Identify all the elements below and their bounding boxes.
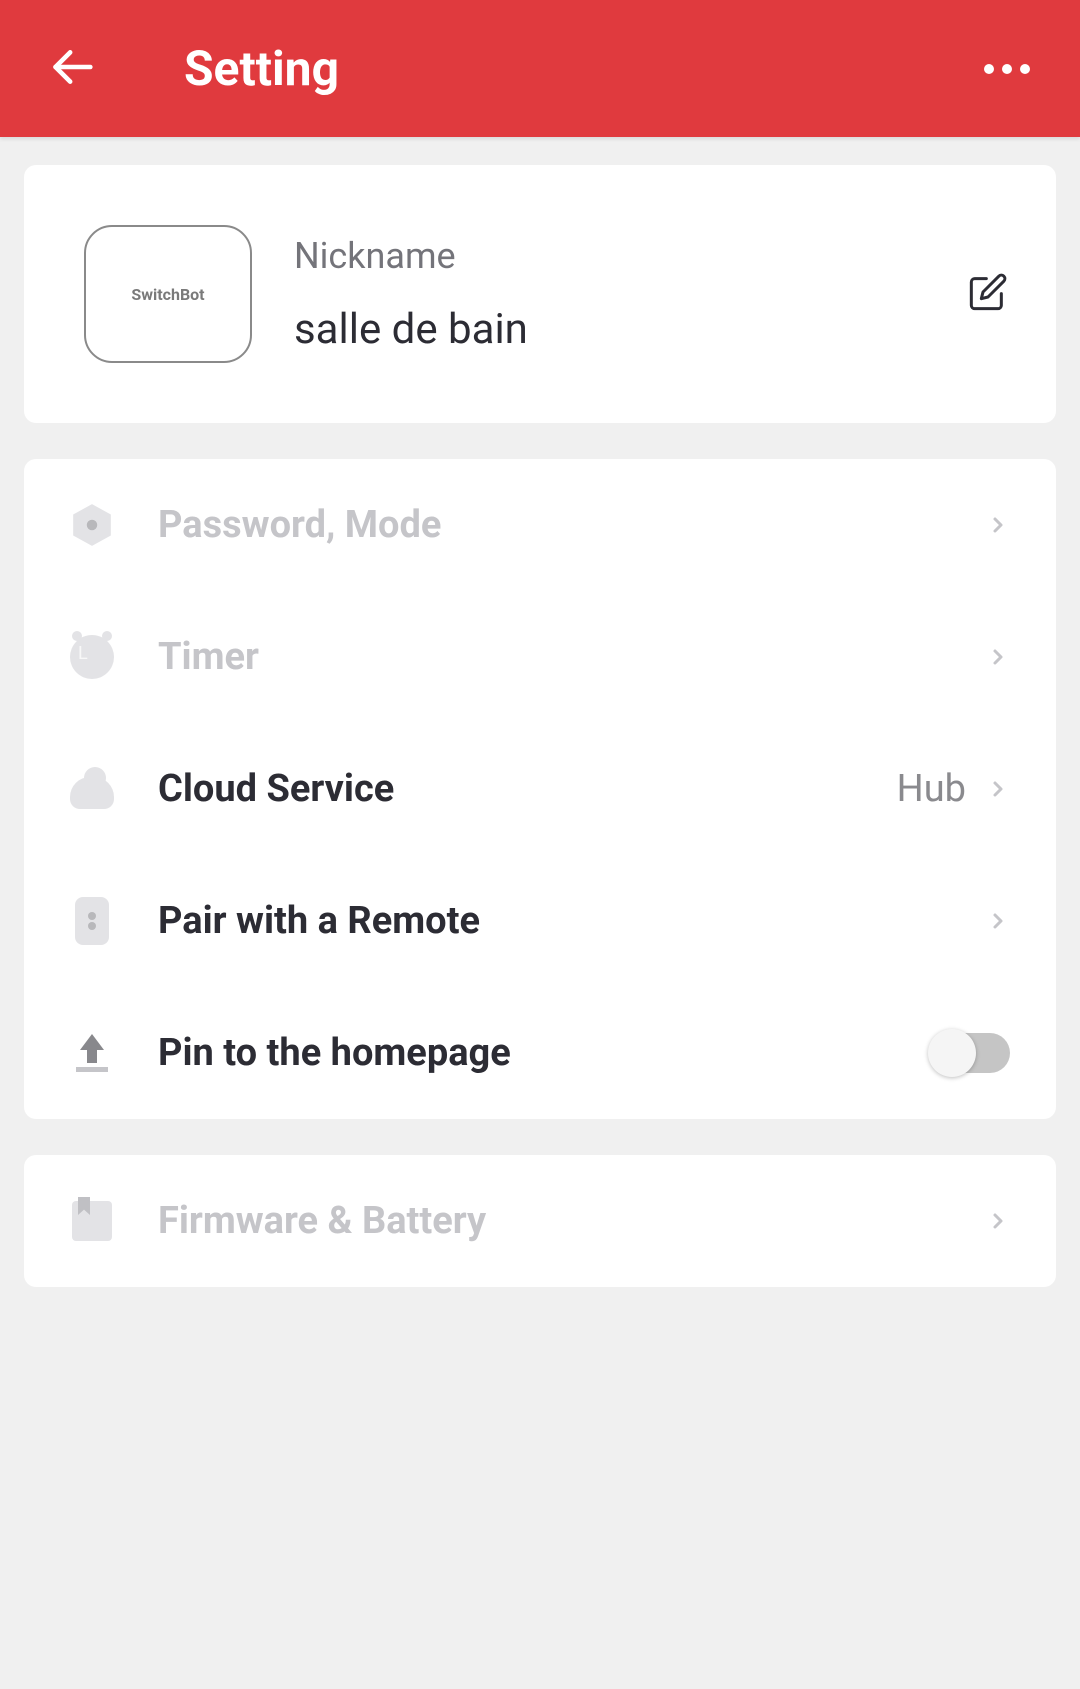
pair-remote-item[interactable]: Pair with a Remote (54, 855, 1026, 987)
more-dots-icon (984, 64, 994, 74)
chevron-right-icon (986, 903, 1010, 939)
cloud-icon (70, 767, 114, 811)
chevron-right-icon (986, 1203, 1010, 1239)
password-mode-label: Password, Mode (158, 503, 986, 547)
edit-nickname-button[interactable] (960, 264, 1016, 324)
back-button[interactable] (50, 45, 94, 93)
remote-icon (70, 899, 114, 943)
firmware-card: Firmware & Battery (24, 1155, 1056, 1287)
pin-homepage-label: Pin to the homepage (158, 1031, 932, 1075)
content-area: SwitchBot Nickname salle de bain Passwor… (0, 137, 1080, 1315)
timer-item[interactable]: L Timer (54, 591, 1026, 723)
app-header: Setting (0, 0, 1080, 137)
pin-homepage-item: Pin to the homepage (54, 987, 1026, 1119)
password-mode-item[interactable]: Password, Mode (54, 459, 1026, 591)
cloud-service-value: Hub (897, 767, 966, 811)
page-title: Setting (184, 40, 339, 97)
firmware-battery-label: Firmware & Battery (158, 1199, 986, 1243)
more-button[interactable] (984, 64, 1030, 74)
settings-list-card: Password, Mode L Timer Cloud Serv (24, 459, 1056, 1119)
cloud-service-item[interactable]: Cloud Service Hub (54, 723, 1026, 855)
chevron-right-icon (986, 507, 1010, 543)
pin-homepage-toggle[interactable] (932, 1033, 1010, 1073)
chevron-right-icon (986, 771, 1010, 807)
chevron-right-icon (986, 639, 1010, 675)
cloud-service-label: Cloud Service (158, 767, 897, 811)
device-name-section: Nickname salle de bain (294, 235, 918, 354)
pin-icon (70, 1031, 114, 1075)
firmware-battery-item[interactable]: Firmware & Battery (54, 1155, 1026, 1287)
pair-remote-label: Pair with a Remote (158, 899, 986, 943)
toggle-thumb (928, 1029, 976, 1077)
device-brand-label: SwitchBot (131, 285, 204, 304)
clock-icon: L (70, 635, 114, 679)
edit-icon (968, 272, 1008, 312)
bookmark-icon (70, 1199, 114, 1243)
nickname-label: Nickname (294, 235, 918, 277)
settings-icon (70, 503, 114, 547)
device-thumbnail: SwitchBot (84, 225, 252, 363)
nickname-value: salle de bain (294, 305, 918, 354)
arrow-left-icon (50, 45, 94, 89)
timer-label: Timer (158, 635, 986, 679)
device-info-card: SwitchBot Nickname salle de bain (24, 165, 1056, 423)
